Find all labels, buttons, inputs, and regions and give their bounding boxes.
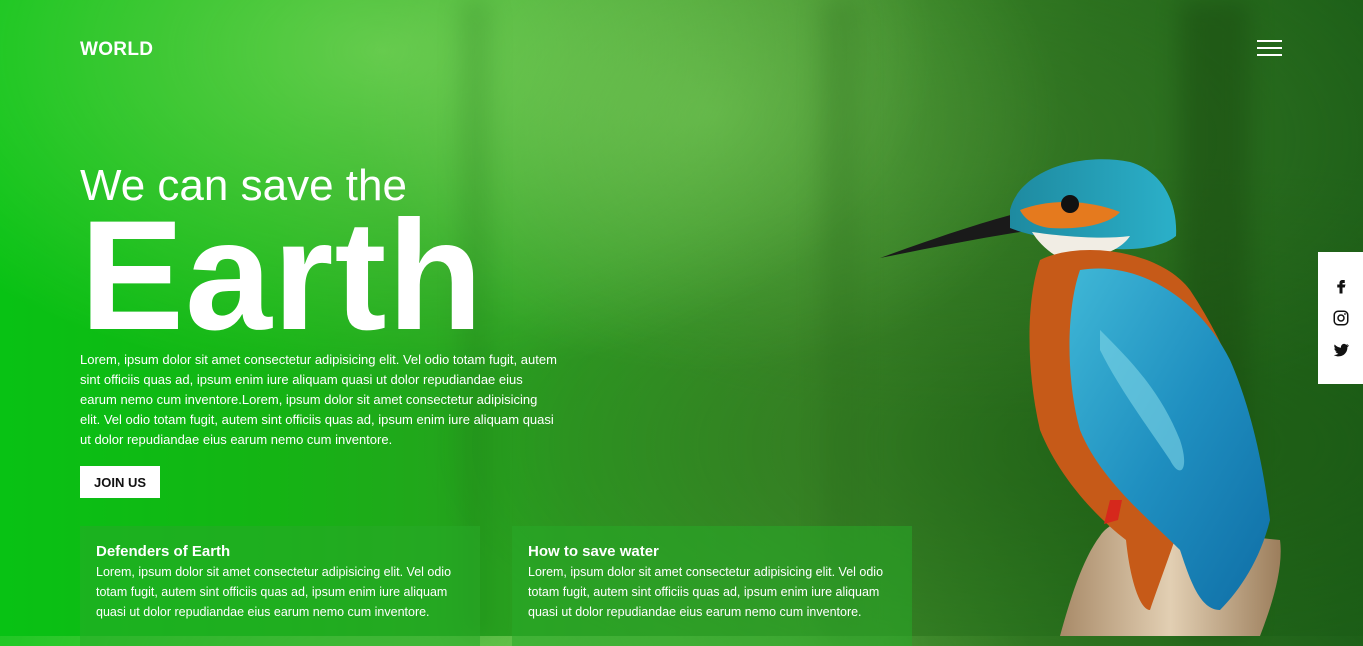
kingfisher-bird-image: [880, 159, 1281, 636]
hamburger-menu-icon[interactable]: [1257, 40, 1282, 58]
card-title: Defenders of Earth: [96, 543, 231, 560]
hero-description: Lorem, ipsum dolor sit amet consectetur …: [80, 352, 557, 447]
info-card: How to save water Lorem, ipsum dolor sit…: [512, 526, 912, 646]
facebook-icon[interactable]: [1332, 277, 1350, 295]
card-title: How to save water: [528, 543, 659, 560]
card-text: Lorem, ipsum dolor sit amet consectetur …: [96, 565, 452, 619]
info-card: Defenders of Earth Lorem, ipsum dolor si…: [80, 526, 480, 646]
hero-title: Earth: [80, 189, 484, 363]
join-us-button[interactable]: JOIN US: [80, 466, 160, 498]
brand-logo[interactable]: WORLD: [80, 39, 153, 61]
instagram-icon[interactable]: [1332, 309, 1350, 327]
card-text: Lorem, ipsum dolor sit amet consectetur …: [528, 565, 884, 619]
twitter-icon[interactable]: [1332, 341, 1350, 359]
social-links: [1318, 252, 1363, 384]
